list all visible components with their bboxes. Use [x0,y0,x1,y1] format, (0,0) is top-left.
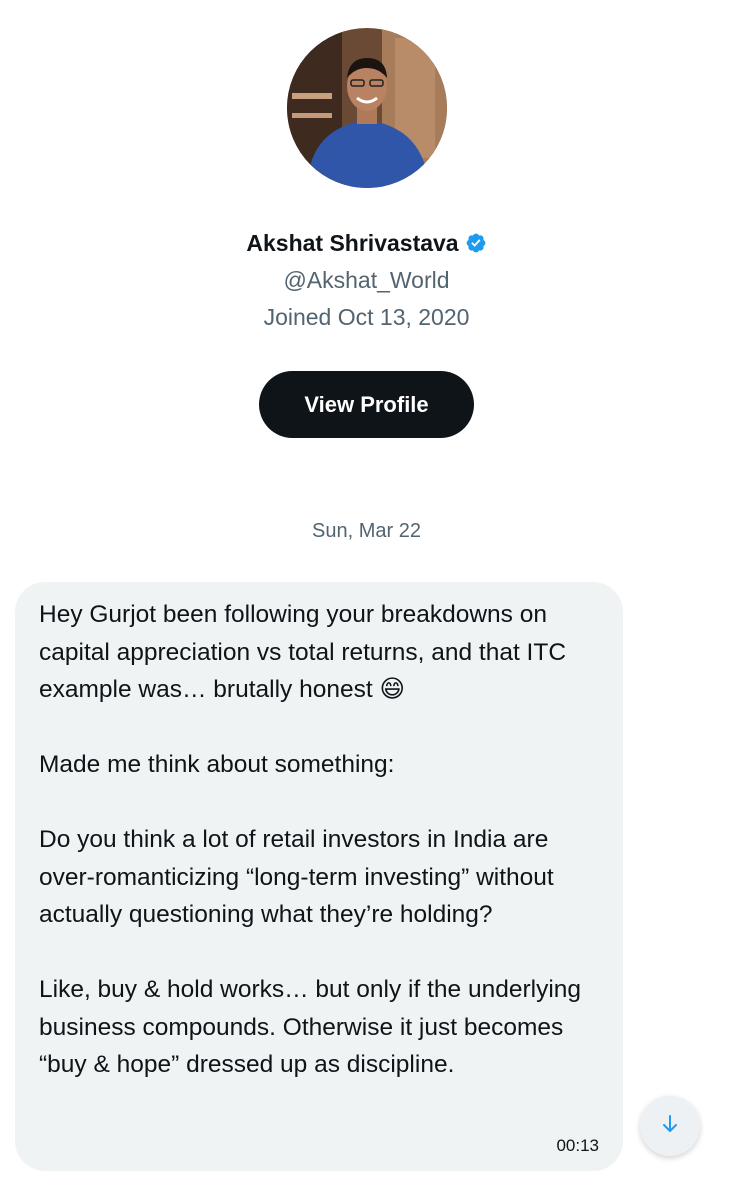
profile-handle: @Akshat_World [283,267,450,293]
arrow-down-icon [658,1112,682,1141]
profile-name: Akshat Shrivastava [246,230,459,256]
profile-avatar[interactable] [287,28,447,188]
profile-name-row: Akshat Shrivastava [0,226,733,260]
message-bubble[interactable]: Hey Gurjot been following your breakdown… [15,582,623,1171]
message-paragraph: Hey Gurjot been following your breakdown… [39,601,567,703]
date-separator: Sun, Mar 22 [312,520,421,542]
message-paragraph: Like, buy & hold works… but only if the … [39,976,582,1078]
verified-badge-icon [465,229,487,253]
profile-joined-date: Joined Oct 13, 2020 [263,304,470,330]
message-text: Hey Gurjot been following your breakdown… [39,596,603,1084]
message-paragraph: Made me think about something: [39,751,395,778]
message-paragraph: Do you think a lot of retail investors i… [39,826,554,928]
message-timestamp: 00:13 [556,1136,599,1155]
view-profile-button[interactable]: View Profile [259,371,474,438]
scroll-to-bottom-button[interactable] [640,1096,700,1156]
